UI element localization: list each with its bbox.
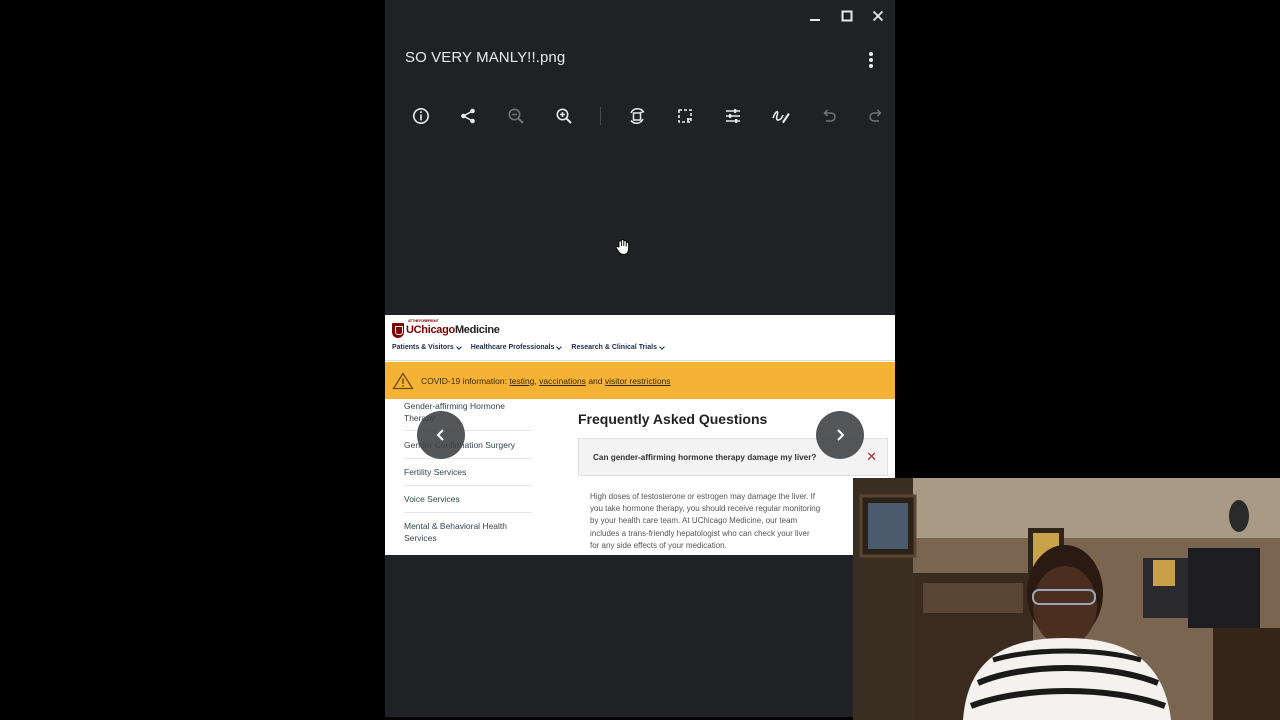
faq-answer-line: includes a trans-friendly hepatologist w… (590, 528, 810, 538)
nav-divider (385, 360, 895, 361)
zoom-out-icon (508, 108, 524, 124)
next-image-button[interactable] (816, 411, 864, 459)
more-vertical-icon (869, 52, 873, 68)
faq-answer-line: High doses of testosterone or estrogen m… (590, 492, 816, 501)
chevron-right-icon (837, 429, 845, 441)
nav-healthcare-professionals[interactable]: Healthcare Professionals (470, 343, 563, 351)
nav-label: Healthcare Professionals (470, 344, 555, 351)
banner-conjunction: and (588, 375, 603, 386)
image-viewer-window: SO VERY MANLY!!.png AT THE FOREFRONT UCh… (385, 0, 895, 717)
undo-icon (823, 109, 836, 122)
chevron-down-icon (556, 343, 563, 350)
rotate-button[interactable] (624, 103, 650, 129)
covid-link-visitor-restrictions[interactable]: visitor restrictions (605, 376, 671, 386)
webcam-overlay (853, 478, 1280, 720)
close-window-button[interactable] (867, 6, 889, 26)
adjust-icon (726, 109, 740, 123)
more-options-button[interactable] (861, 48, 881, 72)
share-button[interactable] (455, 103, 481, 129)
zoom-out-button[interactable] (503, 103, 529, 129)
nav-label: Research & Clinical Trials (571, 344, 657, 351)
warning-icon (392, 371, 414, 389)
share-icon (461, 108, 475, 124)
logo-brand-medicine: Medicine (454, 324, 500, 336)
faq-answer-line: for any side effects of your medication. (590, 540, 727, 550)
faq-answer-line: you take hormone therapy, you should rec… (590, 504, 821, 514)
annotate-icon (772, 110, 790, 124)
toolbar-separator (600, 107, 601, 125)
nav-research-clinical-trials[interactable]: Research & Clinical Trials (571, 343, 665, 351)
redo-button[interactable] (863, 103, 889, 129)
side-item-voice[interactable]: Voice Services (404, 493, 539, 505)
side-divider (404, 512, 532, 513)
viewer-toolbar (385, 100, 895, 132)
zoom-in-icon (556, 108, 572, 124)
side-divider (404, 485, 532, 486)
side-divider (404, 458, 532, 459)
maximize-button[interactable] (836, 6, 858, 26)
redo-icon (869, 109, 882, 122)
side-item-label: Fertility Services (404, 467, 467, 477)
adjust-button[interactable] (720, 103, 746, 129)
maximize-icon (841, 10, 853, 22)
faq-heading: Frequently Asked Questions (578, 411, 768, 427)
faq-answer-line: by your health care team. At UChicago Me… (590, 516, 798, 526)
minimize-icon (810, 19, 820, 21)
file-title: SO VERY MANLY!!.png (405, 49, 566, 66)
covid-banner: COVID-19 information: testing, vaccinati… (385, 362, 895, 399)
covid-link-testing[interactable]: testing (509, 376, 534, 386)
previous-image-button[interactable] (417, 411, 465, 459)
info-icon (413, 108, 429, 124)
chevron-left-icon (436, 429, 444, 441)
rotate-icon (630, 108, 645, 124)
covid-banner-text: COVID-19 information: (421, 375, 507, 386)
chevron-down-icon (455, 343, 462, 350)
side-item-label: Mental & Behavioral Health (404, 521, 508, 531)
close-icon (872, 10, 884, 22)
shield-icon (392, 322, 404, 338)
crop-icon (678, 109, 692, 123)
side-item-mental-health[interactable]: Mental & Behavioral Health Services (404, 520, 539, 544)
chevron-down-icon (659, 343, 665, 350)
close-icon[interactable]: ✕ (866, 450, 877, 463)
faq-question-text: Can gender-affirming hormone therapy dam… (593, 452, 817, 462)
minimize-button[interactable] (804, 6, 826, 26)
nav-patients-visitors[interactable]: Patients & Visitors (392, 343, 462, 351)
site-nav: Patients & Visitors Healthcare Professio… (392, 343, 665, 351)
side-item-fertility[interactable]: Fertility Services (404, 466, 539, 478)
crop-button[interactable] (672, 103, 698, 129)
zoom-in-button[interactable] (551, 103, 577, 129)
side-item-label: Services (404, 533, 437, 543)
uchicago-medicine-logo: AT THE FOREFRONT UChicagoMedicine (392, 319, 500, 340)
hand-cursor-icon (615, 239, 630, 255)
logo-brand-uchicago: UChicago (406, 324, 455, 336)
logo-tagline: AT THE FOREFRONT (408, 319, 439, 323)
annotate-button[interactable] (768, 103, 794, 129)
side-item-label: Gender-affirming Hormone (404, 401, 505, 411)
undo-button[interactable] (816, 103, 842, 129)
faq-answer: High doses of testosterone or estrogen m… (590, 491, 860, 552)
info-button[interactable] (408, 103, 434, 129)
webcam-feed (853, 478, 1280, 720)
covid-link-vaccinations[interactable]: vaccinations (539, 376, 586, 386)
side-item-label: Voice Services (404, 494, 460, 504)
nav-label: Patients & Visitors (392, 344, 454, 351)
